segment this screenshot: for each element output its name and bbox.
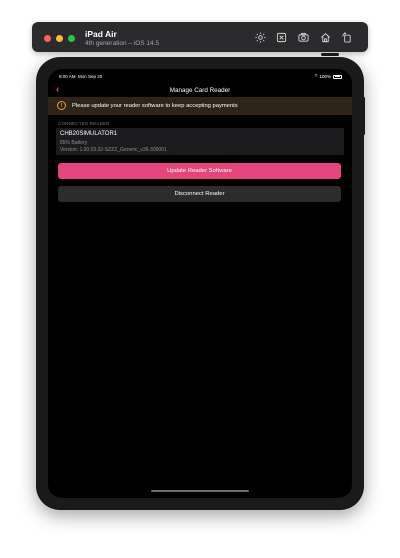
ipad-screen: 8:00 AM Mon Sep 20 ≈ 100% ‹ Manage Card … <box>48 69 352 498</box>
connected-reader-header: CONNECTED READER <box>58 121 110 126</box>
screenshot-icon[interactable] <box>275 31 287 43</box>
battery-icon <box>333 74 342 79</box>
page-title: Manage Card Reader <box>169 87 231 94</box>
banner-text: Please update your reader software to ke… <box>72 103 238 109</box>
home-indicator[interactable] <box>151 490 249 492</box>
status-time: 8:00 AM Mon Sep 20 <box>59 74 102 79</box>
device-name: iPad Air <box>85 29 117 39</box>
close-window-button[interactable] <box>44 35 51 42</box>
status-time-text: 8:00 AM <box>59 74 76 79</box>
reader-info-card: CHB20SIMULATOR1 85% Battery Version: 1.0… <box>56 128 344 155</box>
update-warning-banner: ! Please update your reader software to … <box>48 97 352 115</box>
ipad-top-button <box>321 53 339 56</box>
zoom-window-button[interactable] <box>68 35 75 42</box>
simulator-toolbar <box>32 22 368 52</box>
battery-percent: 100% <box>319 74 331 79</box>
wifi-icon: ≈ <box>314 73 318 79</box>
status-date-text: Mon Sep 20 <box>78 74 103 79</box>
reader-version: Version: 1.00.03.32-SZZZ_Generic_v36-300… <box>60 147 167 153</box>
update-reader-software-button[interactable]: Update Reader Software <box>58 163 341 179</box>
reader-name: CHB20SIMULATOR1 <box>60 131 118 137</box>
camera-icon[interactable] <box>297 31 309 43</box>
home-icon[interactable] <box>319 31 331 43</box>
disconnect-reader-button[interactable]: Disconnect Reader <box>58 186 341 202</box>
reader-battery: 85% Battery <box>60 140 88 146</box>
warning-icon: ! <box>57 101 66 110</box>
device-subtitle: 4th generation – iOS 14.5 <box>85 40 160 47</box>
minimize-window-button[interactable] <box>56 35 63 42</box>
rotate-icon[interactable] <box>340 31 352 43</box>
brightness-icon[interactable] <box>254 31 266 43</box>
status-indicators: ≈ 100% <box>315 74 342 79</box>
